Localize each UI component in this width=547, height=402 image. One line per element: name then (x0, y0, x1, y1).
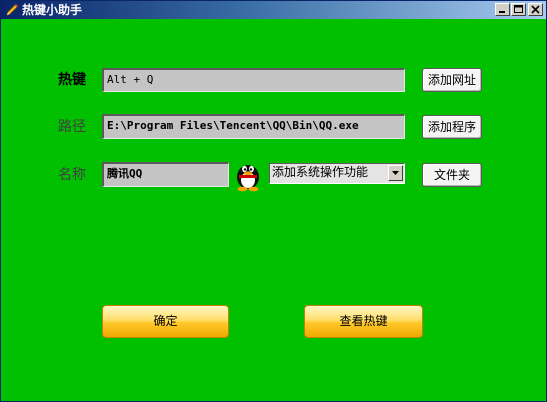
add-url-button[interactable]: 添加网址 (422, 68, 482, 92)
close-icon (531, 5, 540, 14)
ok-button[interactable]: 确定 (102, 305, 229, 338)
window-title: 热键小助手 (22, 3, 83, 17)
app-window: 热键小助手 热键 Alt + Q 添加网址 路径 E:\Program File… (0, 0, 547, 402)
system-function-select-value: 添加系统操作功能 (272, 165, 369, 179)
add-program-button[interactable]: 添加程序 (422, 115, 482, 139)
close-button[interactable] (528, 3, 543, 16)
qq-penguin-icon (232, 158, 264, 192)
view-hotkeys-button[interactable]: 查看热键 (304, 305, 423, 338)
pencil-icon (4, 2, 20, 18)
maximize-icon (514, 5, 523, 13)
name-field[interactable]: 腾讯QQ (102, 162, 229, 187)
maximize-button[interactable] (511, 3, 526, 16)
hotkey-field[interactable]: Alt + Q (102, 68, 405, 92)
name-label: 名称 (58, 167, 86, 183)
dropdown-button[interactable] (388, 165, 403, 181)
minimize-icon (499, 11, 505, 13)
system-function-select[interactable]: 添加系统操作功能 (269, 163, 405, 184)
minimize-button[interactable] (495, 3, 510, 16)
path-field[interactable]: E:\Program Files\Tencent\QQ\Bin\QQ.exe (102, 114, 405, 139)
chevron-down-icon (392, 171, 399, 175)
path-label: 路径 (58, 119, 86, 135)
folder-button[interactable]: 文件夹 (422, 163, 482, 187)
hotkey-label: 热键 (58, 72, 86, 88)
title-bar: 热键小助手 (1, 1, 546, 19)
